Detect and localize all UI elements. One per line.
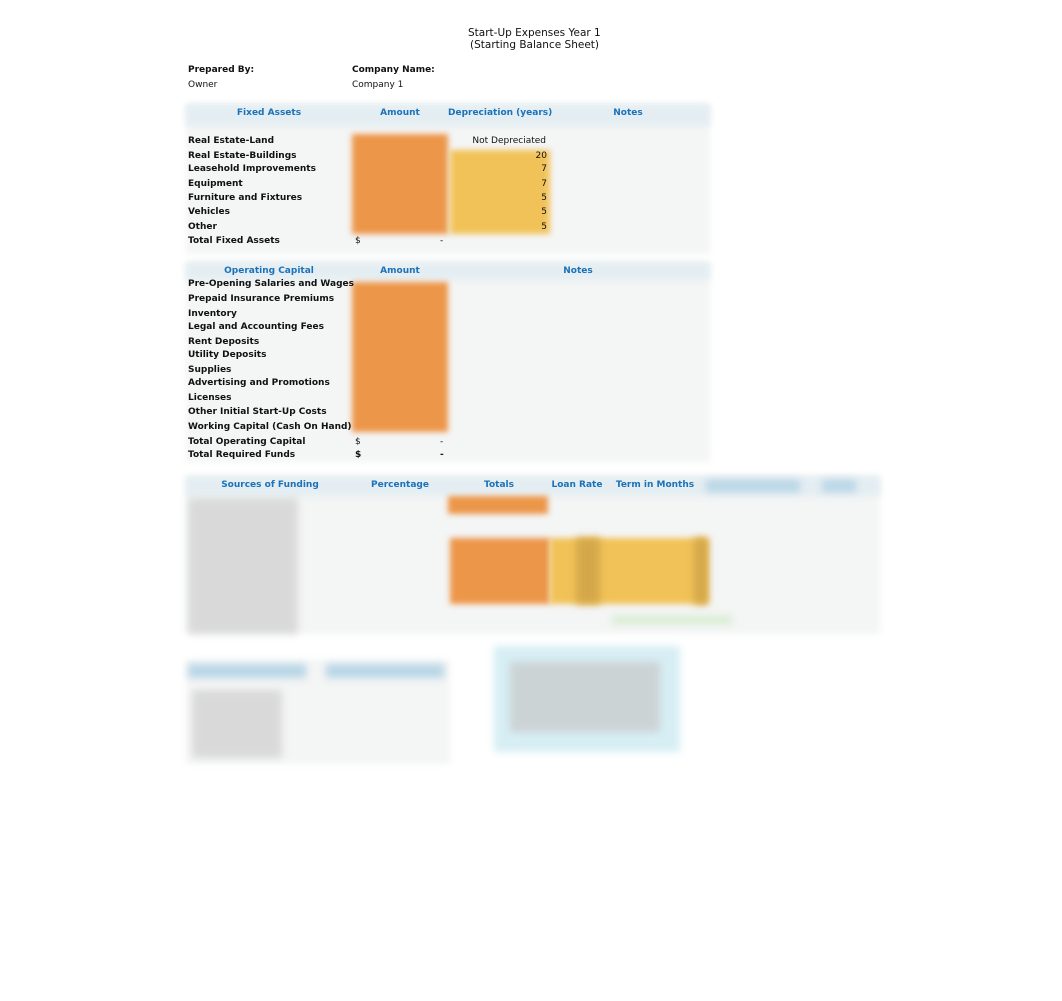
operating-row-label: Utility Deposits — [188, 350, 267, 360]
funding-totals-input-block[interactable] — [450, 538, 550, 604]
funding-hidden-header — [706, 480, 800, 492]
funding-percentage-header: Percentage — [371, 480, 429, 490]
fixed-amount-input-block[interactable] — [352, 134, 448, 234]
total-fixed-assets-label: Total Fixed Assets — [188, 236, 280, 246]
depreciation-value[interactable]: 7 — [450, 164, 547, 174]
fixed-amount-header: Amount — [380, 108, 420, 118]
operating-row-label: Legal and Accounting Fees — [188, 322, 324, 332]
total-required-funds-label: Total Required Funds — [188, 450, 296, 460]
title-line-1: Start-Up Expenses Year 1 — [468, 27, 601, 39]
depreciation-header: Depreciation (years) — [448, 108, 553, 118]
title-line-2: (Starting Balance Sheet) — [470, 39, 599, 51]
operating-amount-input-block[interactable] — [352, 282, 448, 432]
fixed-asset-row-label: Real Estate-Land — [188, 136, 275, 146]
operating-notes-header: Notes — [563, 266, 593, 276]
total-required-funds-currency: $ — [355, 450, 362, 460]
funding-term-column — [694, 538, 708, 604]
prepared-by-value[interactable]: Owner — [188, 80, 217, 90]
total-operating-capital-currency: $ — [355, 437, 361, 447]
operating-capital-header: Operating Capital — [224, 266, 314, 276]
total-fixed-assets-value: - — [440, 236, 444, 246]
funding-totals-header: Totals — [484, 480, 514, 490]
funding-term-header: Term in Months — [615, 480, 695, 490]
operating-row-label: Working Capital (Cash On Hand) — [188, 422, 352, 432]
fixed-assets-panel — [186, 104, 710, 254]
depreciation-value[interactable]: 5 — [450, 207, 547, 217]
fixed-asset-row-label: Equipment — [188, 179, 243, 189]
company-name-label: Company Name: — [352, 65, 435, 75]
operating-capital-panel — [186, 262, 710, 462]
operating-row-label: Other Initial Start-Up Costs — [188, 407, 327, 417]
fixed-notes-header: Notes — [613, 108, 643, 118]
fixed-asset-row-label: Leasehold Improvements — [188, 164, 316, 174]
operating-row-label: Inventory — [188, 309, 237, 319]
operating-amount-header: Amount — [380, 266, 420, 276]
depreciation-value[interactable]: 7 — [450, 179, 547, 189]
funding-rate-term-input-block[interactable] — [550, 538, 708, 604]
total-operating-capital-label: Total Operating Capital — [188, 437, 306, 447]
total-required-funds-value: - — [440, 450, 444, 460]
operating-row-label: Rent Deposits — [188, 337, 260, 347]
fixed-asset-row-label: Other — [188, 222, 217, 232]
summary-header-obscured — [326, 664, 444, 678]
depreciation-value[interactable]: 5 — [450, 222, 547, 232]
fixed-asset-row-label: Vehicles — [188, 207, 230, 217]
funding-hidden-header — [822, 480, 856, 492]
operating-row-label: Pre-Opening Salaries and Wages — [188, 279, 355, 289]
funding-loan-rate-header: Loan Rate — [551, 480, 603, 490]
funding-rows-obscured — [188, 498, 298, 634]
total-fixed-assets-currency: $ — [355, 236, 361, 246]
depreciation-value[interactable]: 5 — [450, 193, 547, 203]
operating-row-label: Licenses — [188, 393, 232, 403]
company-name-value[interactable]: Company 1 — [352, 80, 403, 90]
fixed-asset-row-label: Real Estate-Buildings — [188, 151, 297, 161]
operating-row-label: Advertising and Promotions — [188, 378, 330, 388]
fixed-assets-header: Fixed Assets — [236, 108, 302, 118]
funding-totals-input[interactable] — [448, 496, 548, 514]
operating-row-label: Prepaid Insurance Premiums — [188, 294, 335, 304]
funding-rate-column — [576, 538, 600, 604]
depreciation-value[interactable]: 20 — [450, 151, 547, 161]
prepared-by-label: Prepared By: — [188, 65, 255, 75]
funding-note-obscured — [612, 616, 732, 624]
summary-header-obscured — [188, 664, 306, 678]
note-box-text-obscured — [510, 662, 660, 732]
depreciation-value[interactable]: Not Depreciated — [450, 136, 546, 146]
total-operating-capital-value: - — [440, 437, 444, 447]
fixed-asset-row-label: Furniture and Fixtures — [188, 193, 303, 203]
operating-row-label: Supplies — [188, 365, 232, 375]
summary-rows-obscured — [192, 690, 282, 758]
funding-sources-header: Sources of Funding — [221, 480, 319, 490]
